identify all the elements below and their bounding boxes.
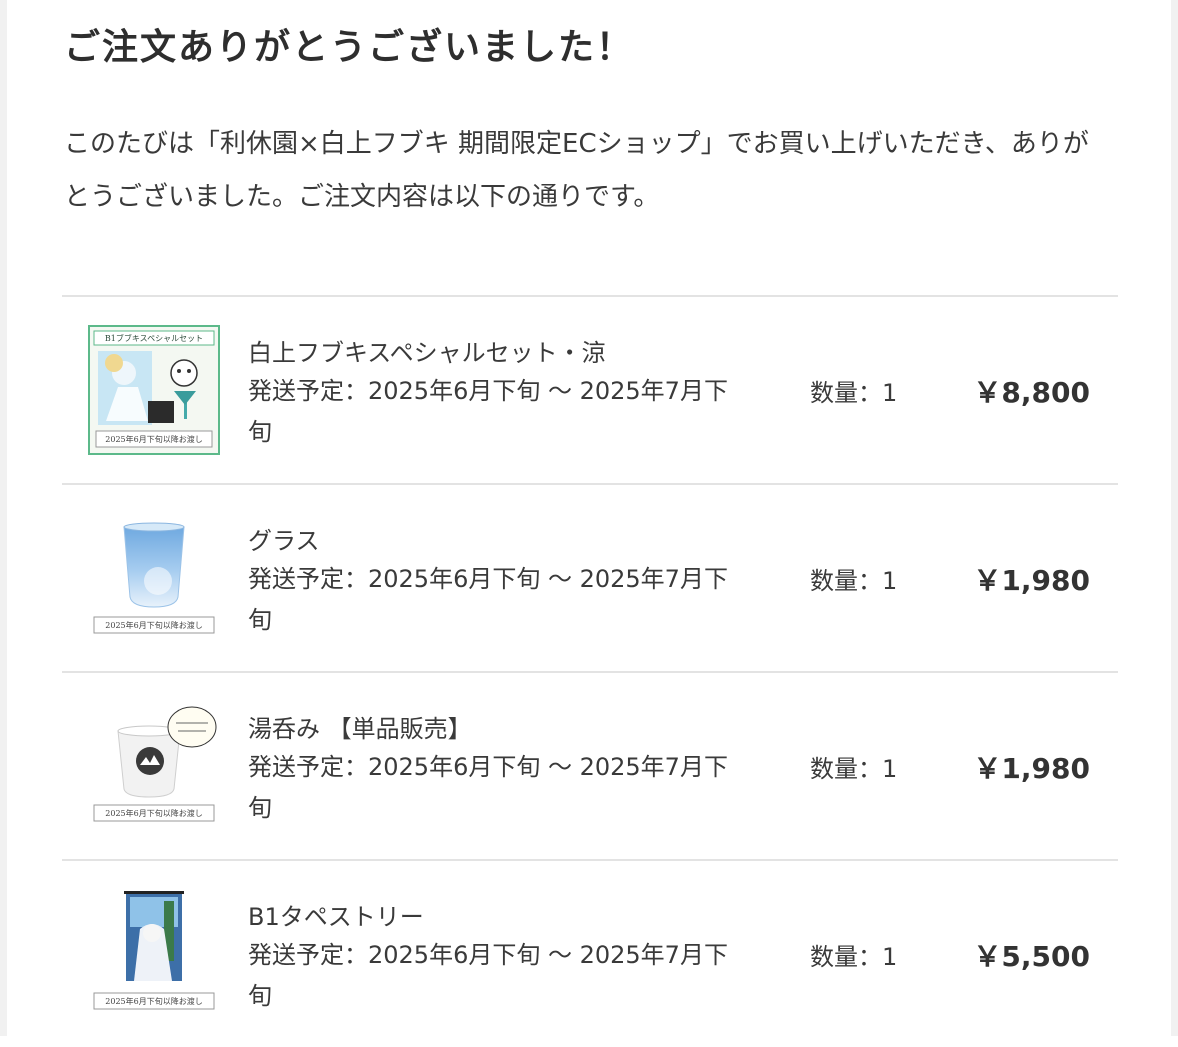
item-price: ￥1,980 [973, 752, 1090, 785]
order-item-row: 2025年6月下旬以降お渡し B1タペストリー 発送予定：2025年6月下旬 〜… [62, 859, 1118, 1047]
order-item-list: B1ブブキスペシャルセット 2025年6月下旬以降お渡し 白上フブキスペシャルセ… [62, 295, 1118, 1047]
order-item-row: 2025年6月下旬以降お渡し グラス 発送予定：2025年6月下旬 〜 2025… [62, 483, 1118, 671]
item-name[interactable]: B1タペストリー [248, 897, 424, 932]
glass-product-icon[interactable]: 2025年6月下旬以降お渡し [88, 513, 220, 643]
item-name[interactable]: 白上フブキスペシャルセット・涼 [248, 333, 606, 368]
item-quantity: 数量：1 [810, 379, 898, 407]
item-price: ￥5,500 [973, 940, 1090, 973]
item-price: ￥8,800 [973, 376, 1090, 409]
svg-text:2025年6月下旬以降お渡し: 2025年6月下旬以降お渡し [105, 996, 202, 1006]
item-price: ￥1,980 [973, 564, 1090, 597]
svg-text:2025年6月下旬以降お渡し: 2025年6月下旬以降お渡し [105, 620, 202, 630]
item-shipping-schedule: 発送予定：2025年6月下旬 〜 2025年7月下旬 [248, 941, 728, 1010]
item-shipping-schedule: 発送予定：2025年6月下旬 〜 2025年7月下旬 [248, 565, 728, 634]
special-set-product-icon[interactable]: B1ブブキスペシャルセット 2025年6月下旬以降お渡し [88, 325, 220, 455]
svg-text:2025年6月下旬以降お渡し: 2025年6月下旬以降お渡し [105, 434, 202, 444]
order-item-row: B1ブブキスペシャルセット 2025年6月下旬以降お渡し 白上フブキスペシャルセ… [62, 295, 1118, 483]
item-shipping-schedule: 発送予定：2025年6月下旬 〜 2025年7月下旬 [248, 753, 728, 822]
item-quantity: 数量：1 [810, 943, 898, 971]
order-item-row: 2025年6月下旬以降お渡し 湯呑み 【単品販売】 発送予定：2025年6月下旬… [62, 671, 1118, 859]
svg-text:2025年6月下旬以降お渡し: 2025年6月下旬以降お渡し [105, 808, 202, 818]
page-frame-left [0, 0, 7, 1036]
item-shipping-schedule: 発送予定：2025年6月下旬 〜 2025年7月下旬 [248, 377, 728, 446]
item-name[interactable]: 湯呑み 【単品販売】 [248, 709, 472, 744]
order-intro-text: このたびは「利休園×白上フブキ 期間限定ECショップ」でお買い上げいただき、あり… [64, 129, 1089, 212]
tapestry-product-icon[interactable]: 2025年6月下旬以降お渡し [88, 889, 220, 1019]
page-title: ご注文ありがとうございました！ [64, 27, 635, 68]
teacup-product-icon[interactable]: 2025年6月下旬以降お渡し [88, 701, 220, 831]
item-name[interactable]: グラス [248, 521, 320, 556]
page-frame-right [1171, 0, 1178, 1036]
svg-text:B1ブブキスペシャルセット: B1ブブキスペシャルセット [105, 333, 203, 343]
item-quantity: 数量：1 [810, 567, 898, 595]
item-quantity: 数量：1 [810, 755, 898, 783]
